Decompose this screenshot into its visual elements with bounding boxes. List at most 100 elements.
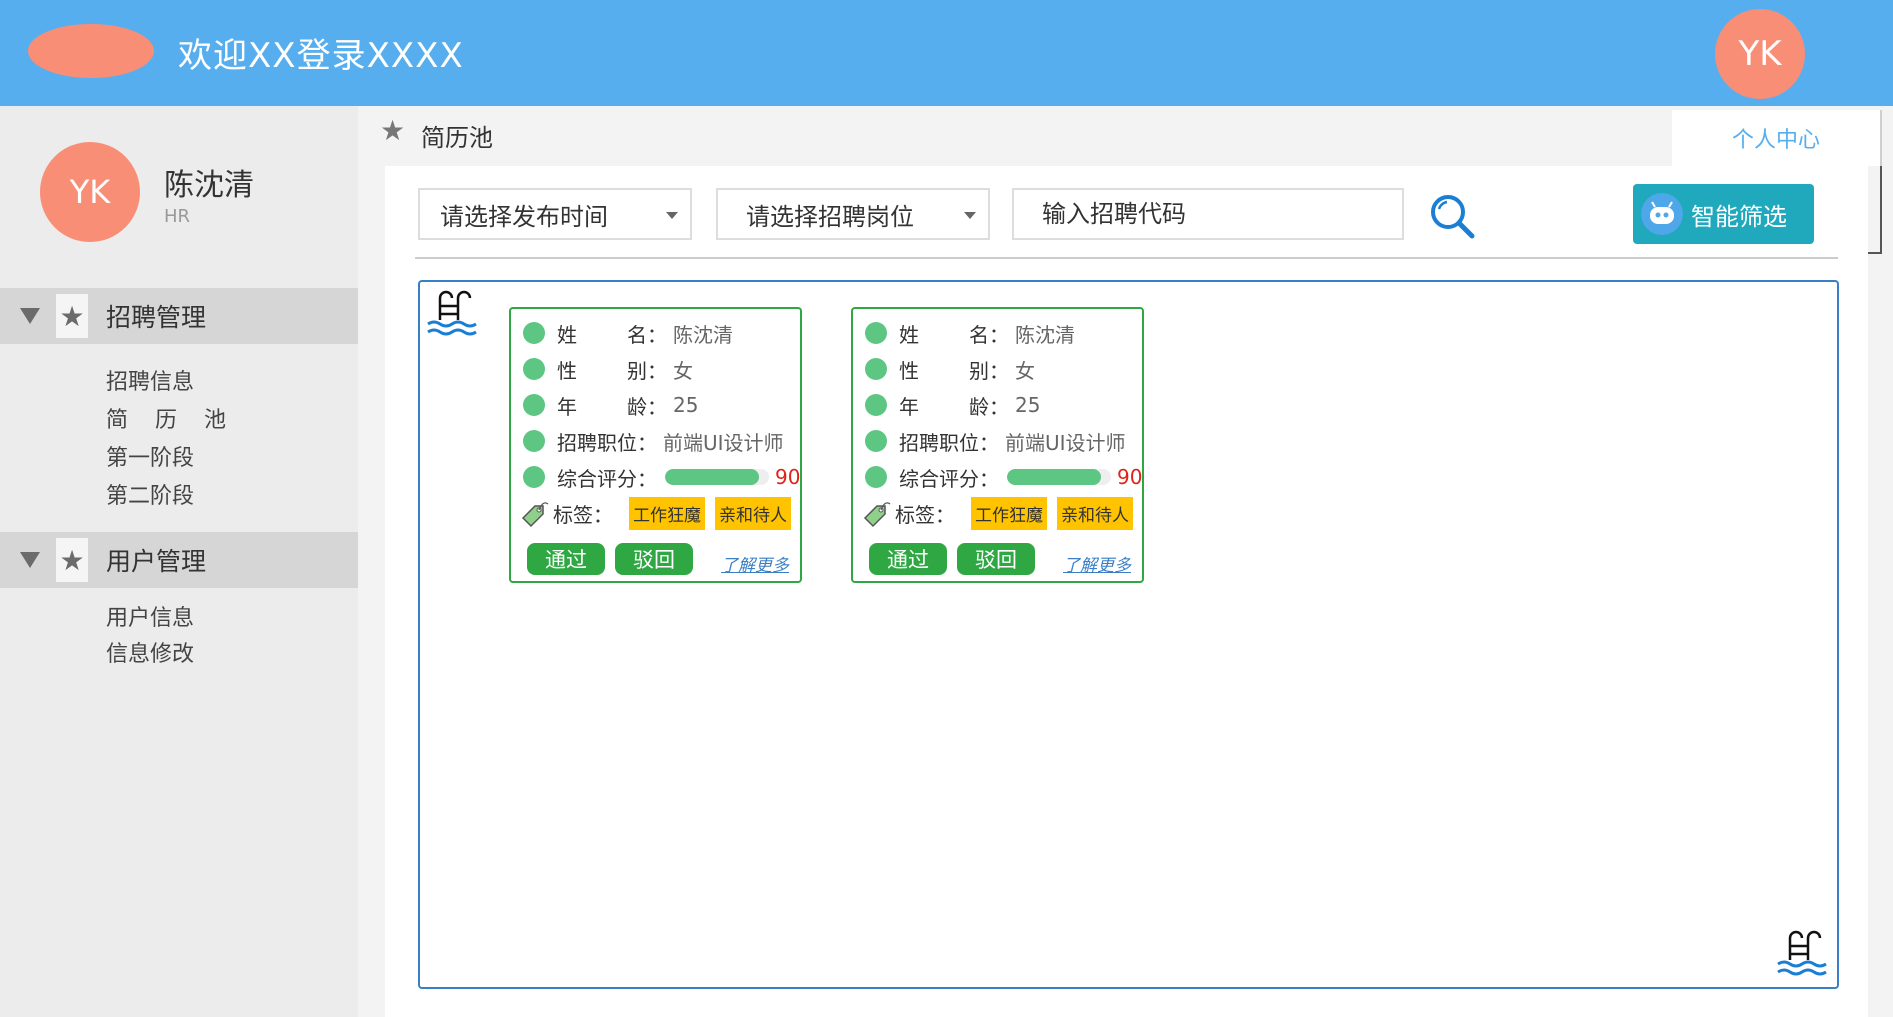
- star-icon: ★: [56, 538, 88, 582]
- sidebar-item-stage-one[interactable]: 第一阶段: [106, 440, 194, 472]
- colon: ：: [989, 322, 1009, 347]
- candidate-name: 陈沈清: [1015, 322, 1075, 347]
- smart-filter-label: 智能筛选: [1691, 202, 1787, 231]
- label-text: 性: [557, 358, 577, 383]
- label-text: 名: [969, 322, 989, 347]
- pool-ladder-icon: [1777, 930, 1827, 976]
- colon: ：: [647, 358, 667, 383]
- colon: ：: [935, 502, 955, 527]
- candidate-gender: 女: [1015, 358, 1035, 383]
- star-icon: ★: [56, 294, 88, 338]
- bullet-dot-icon: [865, 430, 887, 452]
- logo: [28, 24, 154, 78]
- colon: ：: [593, 502, 613, 527]
- sidebar-group-users[interactable]: ★ 用户管理: [0, 532, 358, 588]
- colon: ：: [979, 466, 999, 491]
- learn-more-link[interactable]: 了解更多: [721, 551, 789, 576]
- app-title: 欢迎XX登录XXXX: [178, 36, 464, 76]
- pool-ladder-icon: [427, 290, 477, 336]
- age-row: 年 龄 ： 25: [523, 391, 698, 419]
- candidate-age: 25: [1015, 393, 1041, 417]
- label-text: 标签: [895, 502, 935, 527]
- user-avatar: YK: [40, 142, 140, 242]
- pass-button[interactable]: 通过: [869, 543, 947, 575]
- label-text: 龄: [627, 394, 647, 419]
- tag-icon: [863, 502, 891, 528]
- recruit-code-input[interactable]: [1012, 188, 1404, 240]
- score-row: 综合评分 ： 90: [523, 463, 800, 491]
- bullet-dot-icon: [865, 322, 887, 344]
- page-title: 简历池: [421, 124, 493, 152]
- sidebar-group-label: 招聘管理: [106, 303, 207, 332]
- bullet-dot-icon: [523, 466, 545, 488]
- sidebar-item-user-info[interactable]: 用户信息: [106, 600, 194, 632]
- colon: ：: [647, 322, 667, 347]
- smart-filter-button[interactable]: 智能筛选: [1633, 184, 1814, 244]
- bullet-dot-icon: [523, 430, 545, 452]
- gender-row: 性 别 ： 女: [523, 355, 693, 383]
- tab-personal-center[interactable]: 个人中心: [1672, 110, 1882, 166]
- candidate-position: 前端UI设计师: [1005, 430, 1126, 455]
- robot-icon: [1641, 193, 1683, 235]
- caret-down-icon: [20, 308, 40, 324]
- sidebar-item-recruit-info[interactable]: 招聘信息: [106, 364, 194, 396]
- learn-more-link[interactable]: 了解更多: [1063, 551, 1131, 576]
- gender-row: 性 别 ： 女: [865, 355, 1035, 383]
- name-row: 姓 名 ： 陈沈清: [865, 319, 1075, 347]
- user-role: HR: [164, 206, 191, 227]
- score-row: 综合评分 ： 90: [865, 463, 1142, 491]
- sidebar: YK 陈沈清 HR ★ 招聘管理 招聘信息 简 历 池 第一阶段 第二阶段 ★ …: [0, 106, 358, 1017]
- position-row: 招聘职位 ： 前端UI设计师: [523, 427, 784, 455]
- colon: ：: [647, 394, 667, 419]
- label-text: 招聘职位: [557, 430, 637, 455]
- reject-button[interactable]: 驳回: [615, 543, 693, 575]
- label-text: 年: [557, 394, 577, 419]
- tags-row: 标签 ： 工作狂魔 亲和待人: [861, 496, 1133, 530]
- caret-down-icon: [20, 552, 40, 568]
- bullet-dot-icon: [865, 358, 887, 380]
- sidebar-item-resume-pool[interactable]: 简 历 池: [106, 402, 236, 434]
- label-text: 招聘职位: [899, 430, 979, 455]
- header-avatar[interactable]: YK: [1715, 9, 1805, 99]
- colon: ：: [979, 430, 999, 455]
- candidate-position: 前端UI设计师: [663, 430, 784, 455]
- bullet-dot-icon: [865, 466, 887, 488]
- bullet-dot-icon: [523, 358, 545, 380]
- label-text: 综合评分: [557, 466, 637, 491]
- panel-edge-line: [1868, 166, 1882, 254]
- position-row: 招聘职位 ： 前端UI设计师: [865, 427, 1126, 455]
- tag-badge: 工作狂魔: [971, 496, 1047, 530]
- publish-time-select[interactable]: 请选择发布时间: [418, 188, 692, 240]
- score-value: 90: [1117, 465, 1143, 489]
- candidate-card: 姓 名 ： 陈沈清 性 别 ： 女 年 龄 ： 25 招聘职位 ： 前端UI设计师 综…: [851, 307, 1144, 583]
- label-text: 别: [627, 358, 647, 383]
- bullet-dot-icon: [523, 322, 545, 344]
- tags-row: 标签 ： 工作狂魔 亲和待人: [519, 496, 791, 530]
- sidebar-group-recruitment[interactable]: ★ 招聘管理: [0, 288, 358, 344]
- sidebar-item-stage-two[interactable]: 第二阶段: [106, 478, 194, 510]
- label-text: 别: [969, 358, 989, 383]
- search-icon[interactable]: [1428, 192, 1476, 240]
- sidebar-item-edit-info[interactable]: 信息修改: [106, 636, 194, 668]
- bullet-dot-icon: [865, 394, 887, 416]
- star-icon: ★: [380, 114, 406, 147]
- colon: ：: [989, 358, 1009, 383]
- label-text: 姓: [557, 322, 577, 347]
- score-value: 90: [775, 465, 801, 489]
- divider: [415, 257, 1838, 259]
- label-text: 姓: [899, 322, 919, 347]
- user-name: 陈沈清: [164, 168, 254, 203]
- tag-badge: 亲和待人: [715, 496, 791, 530]
- top-bar: 欢迎XX登录XXXX YK: [0, 0, 1893, 106]
- tag-icon: [521, 502, 549, 528]
- label-text: 名: [627, 322, 647, 347]
- position-select[interactable]: 请选择招聘岗位: [716, 188, 990, 240]
- name-row: 姓 名 ： 陈沈清: [523, 319, 733, 347]
- pass-button[interactable]: 通过: [527, 543, 605, 575]
- reject-button[interactable]: 驳回: [957, 543, 1035, 575]
- position-select-label: 请选择招聘岗位: [746, 202, 914, 231]
- label-text: 标签: [553, 502, 593, 527]
- score-bar: [665, 469, 769, 485]
- dropdown-arrow-icon: [964, 212, 976, 219]
- label-text: 性: [899, 358, 919, 383]
